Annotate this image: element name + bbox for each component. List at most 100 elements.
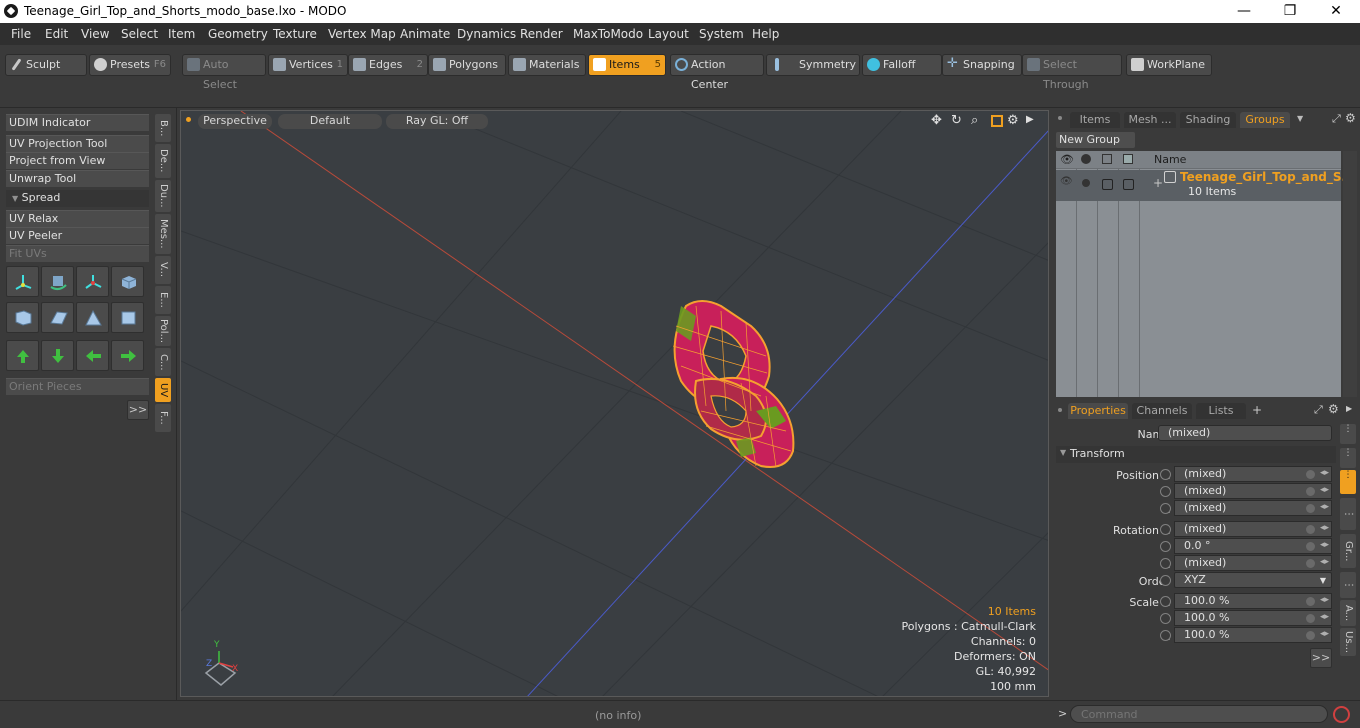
align-left-button[interactable] [76, 340, 109, 371]
scale-y-radio[interactable] [1160, 613, 1171, 624]
vtab-deform[interactable]: De... [155, 144, 171, 178]
rotation-z-anim-icon[interactable] [1306, 559, 1315, 568]
transform-section[interactable]: ▼ Transform [1056, 446, 1336, 463]
select-through-button[interactable]: Select Through [1022, 54, 1122, 91]
order-dropdown[interactable]: XYZ ▼ [1174, 572, 1332, 588]
menu-edit[interactable]: Edit [45, 27, 68, 41]
vtab-edge[interactable]: E... [155, 286, 171, 314]
position-z-step-icon[interactable]: ◂▸ [1320, 502, 1330, 514]
materials-button[interactable]: Materials [508, 54, 586, 76]
vertices-button[interactable]: Vertices 1 [268, 54, 348, 76]
pan-icon[interactable]: ✥ [931, 113, 942, 128]
zoom-icon[interactable]: ⌕ [971, 113, 978, 128]
action-center-button[interactable]: Action Center [670, 54, 764, 91]
menu-view[interactable]: View [81, 27, 109, 41]
menu-maxtomodo[interactable]: MaxToModo [573, 27, 643, 41]
tab-channels[interactable]: Channels [1132, 403, 1192, 419]
uv-projection-tool-button[interactable]: UV Projection Tool [6, 135, 149, 152]
vtab-uv[interactable]: UV [155, 378, 171, 402]
panel-expand-icon[interactable]: ⤢ [1314, 403, 1323, 417]
rotation-z-step-icon[interactable]: ◂▸ [1320, 557, 1330, 569]
scale-x-radio[interactable] [1160, 596, 1171, 607]
more-tools-button[interactable]: >> [127, 400, 149, 420]
menu-geometry[interactable]: Geometry [208, 27, 268, 41]
position-z-anim-icon[interactable] [1306, 504, 1315, 513]
spread-section[interactable]: ▼ Spread [6, 190, 149, 207]
position-x-anim-icon[interactable] [1306, 470, 1315, 479]
vtab-fusion[interactable]: F... [155, 404, 171, 432]
uv-peeler-button[interactable]: UV Peeler [6, 227, 149, 244]
symmetry-button[interactable]: Symmetry [766, 54, 860, 76]
select-column-icon[interactable] [1123, 154, 1133, 164]
workplane-button[interactable]: WorkPlane [1126, 54, 1212, 76]
row-visibility-icon[interactable]: 👁 [1060, 176, 1073, 187]
tab-overflow-icon[interactable]: ▼ [1297, 114, 1303, 123]
fit-view-icon[interactable] [991, 115, 1003, 127]
menu-layout[interactable]: Layout [648, 27, 689, 41]
uv-cube-button[interactable] [111, 266, 144, 297]
menu-vertex-map[interactable]: Vertex Map [328, 27, 396, 41]
rotation-z-radio[interactable] [1160, 558, 1171, 569]
items-button[interactable]: Items 5 [588, 54, 666, 76]
3d-viewport[interactable]: Y X Z Perspective Default Ray GL: Off ✥ … [180, 110, 1049, 697]
uv-move-button[interactable] [76, 266, 109, 297]
vtab-polygon[interactable]: Pol... [155, 316, 171, 346]
command-input[interactable] [1070, 705, 1328, 723]
rotate-view-icon[interactable]: ↻ [951, 113, 962, 128]
unwrap-tool-button[interactable]: Unwrap Tool [6, 170, 149, 187]
panel-settings-icon[interactable]: ⚙ [1328, 402, 1339, 416]
rotation-x-anim-icon[interactable] [1306, 525, 1315, 534]
add-tab-button[interactable]: + [1252, 403, 1262, 417]
position-y-radio[interactable] [1160, 486, 1171, 497]
rotation-x-step-icon[interactable]: ◂▸ [1320, 523, 1330, 535]
presets-button[interactable]: Presets F6 [89, 54, 171, 76]
side-tab-dots[interactable]: ⋮ [1340, 572, 1356, 598]
viewport-settings-icon[interactable]: ⚙ [1007, 113, 1019, 128]
group-row[interactable]: 👁 + Teenage_Girl_Top_and_S... 10 Items [1056, 170, 1355, 201]
scale-z-radio[interactable] [1160, 630, 1171, 641]
uv-unwrap-grid-button[interactable] [6, 302, 39, 333]
side-tab-gr[interactable]: Gr... [1340, 534, 1356, 568]
group-name[interactable]: Teenage_Girl_Top_and_S... [1180, 170, 1355, 184]
viewport-menu-dot-icon[interactable] [186, 117, 191, 122]
snapping-button[interactable]: ✛ Snapping [942, 54, 1022, 76]
record-icon[interactable] [1333, 706, 1350, 723]
side-tab-dots[interactable]: ⋮ [1340, 448, 1356, 468]
project-from-view-button[interactable]: Project from View [6, 152, 149, 169]
menu-animate[interactable]: Animate [400, 27, 450, 41]
scale-x-step-icon[interactable]: ◂▸ [1320, 595, 1330, 607]
uv-box-button[interactable] [111, 302, 144, 333]
position-x-radio[interactable] [1160, 469, 1171, 480]
position-y-step-icon[interactable]: ◂▸ [1320, 485, 1330, 497]
rotation-x-radio[interactable] [1160, 524, 1171, 535]
perspective-dropdown[interactable]: Perspective [198, 114, 272, 129]
menu-file[interactable]: File [11, 27, 31, 41]
close-button[interactable]: ✕ [1313, 0, 1359, 23]
order-radio[interactable] [1160, 575, 1171, 586]
lock-column-icon[interactable] [1102, 154, 1112, 164]
align-right-button[interactable] [111, 340, 144, 371]
scale-z-anim-icon[interactable] [1306, 631, 1315, 640]
raygl-dropdown[interactable]: Ray GL: Off [386, 114, 488, 129]
tab-groups[interactable]: Groups [1240, 112, 1290, 128]
auto-select-button[interactable]: Auto Select [182, 54, 266, 91]
row-lock-checkbox[interactable] [1102, 179, 1113, 190]
scale-y-anim-icon[interactable] [1306, 614, 1315, 623]
menu-texture[interactable]: Texture [273, 27, 317, 41]
uv-relax-button[interactable]: UV Relax [6, 210, 149, 227]
tab-lists[interactable]: Lists [1196, 403, 1246, 419]
uv-rotate-button[interactable] [41, 266, 74, 297]
vtab-basic[interactable]: B... [155, 114, 171, 142]
rotation-y-step-icon[interactable]: ◂▸ [1320, 540, 1330, 552]
new-group-button[interactable]: New Group [1056, 132, 1135, 148]
position-z-radio[interactable] [1160, 503, 1171, 514]
row-select-checkbox[interactable] [1123, 179, 1134, 190]
menu-help[interactable]: Help [752, 27, 779, 41]
more-properties-button[interactable]: >> [1310, 648, 1332, 668]
tab-properties[interactable]: Properties [1068, 403, 1128, 419]
uv-pyramid-button[interactable] [76, 302, 109, 333]
side-tab-us[interactable]: Us... [1340, 628, 1356, 656]
falloff-button[interactable]: Falloff [862, 54, 942, 76]
tab-shading[interactable]: Shading [1180, 112, 1236, 128]
menu-item[interactable]: Item [168, 27, 195, 41]
